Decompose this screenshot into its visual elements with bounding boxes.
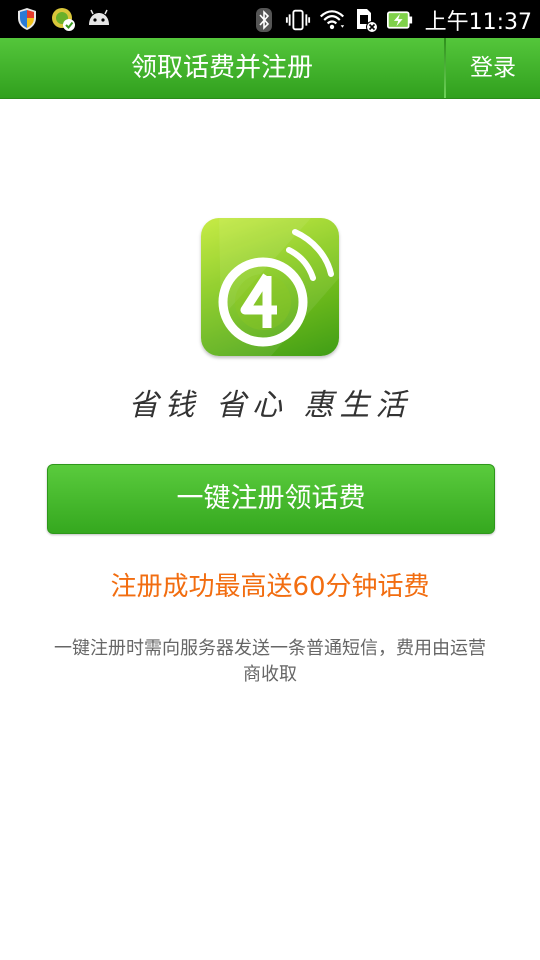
status-time: 上午11:37 — [424, 10, 532, 35]
battery-charging-icon — [386, 7, 413, 33]
slogan: 省钱 省心 惠生活 — [128, 388, 412, 423]
status-bar: 上午11:37 — [0, 0, 540, 38]
4g-logo-icon — [201, 218, 339, 356]
sim-card-icon — [353, 7, 379, 33]
title-bar: 领取话费并注册 登录 — [0, 38, 540, 99]
status-bar-right: 上午11:37 — [251, 4, 532, 36]
shield-icon — [14, 6, 40, 32]
promo-text: 注册成功最高送60分钟话费 — [110, 572, 430, 602]
page-title: 领取话费并注册 — [130, 53, 313, 83]
bluetooth-icon — [251, 7, 277, 33]
android-icon — [86, 6, 112, 32]
wifi-icon — [319, 7, 345, 33]
status-bar-left — [14, 6, 112, 32]
app-notification-icon — [50, 6, 76, 32]
sms-fee-note: 一键注册时需向服务器发送一条普通短信，费用由运营商收取 — [54, 638, 486, 685]
register-button[interactable]: 一键注册领话费 — [47, 464, 495, 534]
login-button[interactable]: 登录 — [446, 38, 540, 98]
vibrate-icon — [285, 7, 311, 33]
